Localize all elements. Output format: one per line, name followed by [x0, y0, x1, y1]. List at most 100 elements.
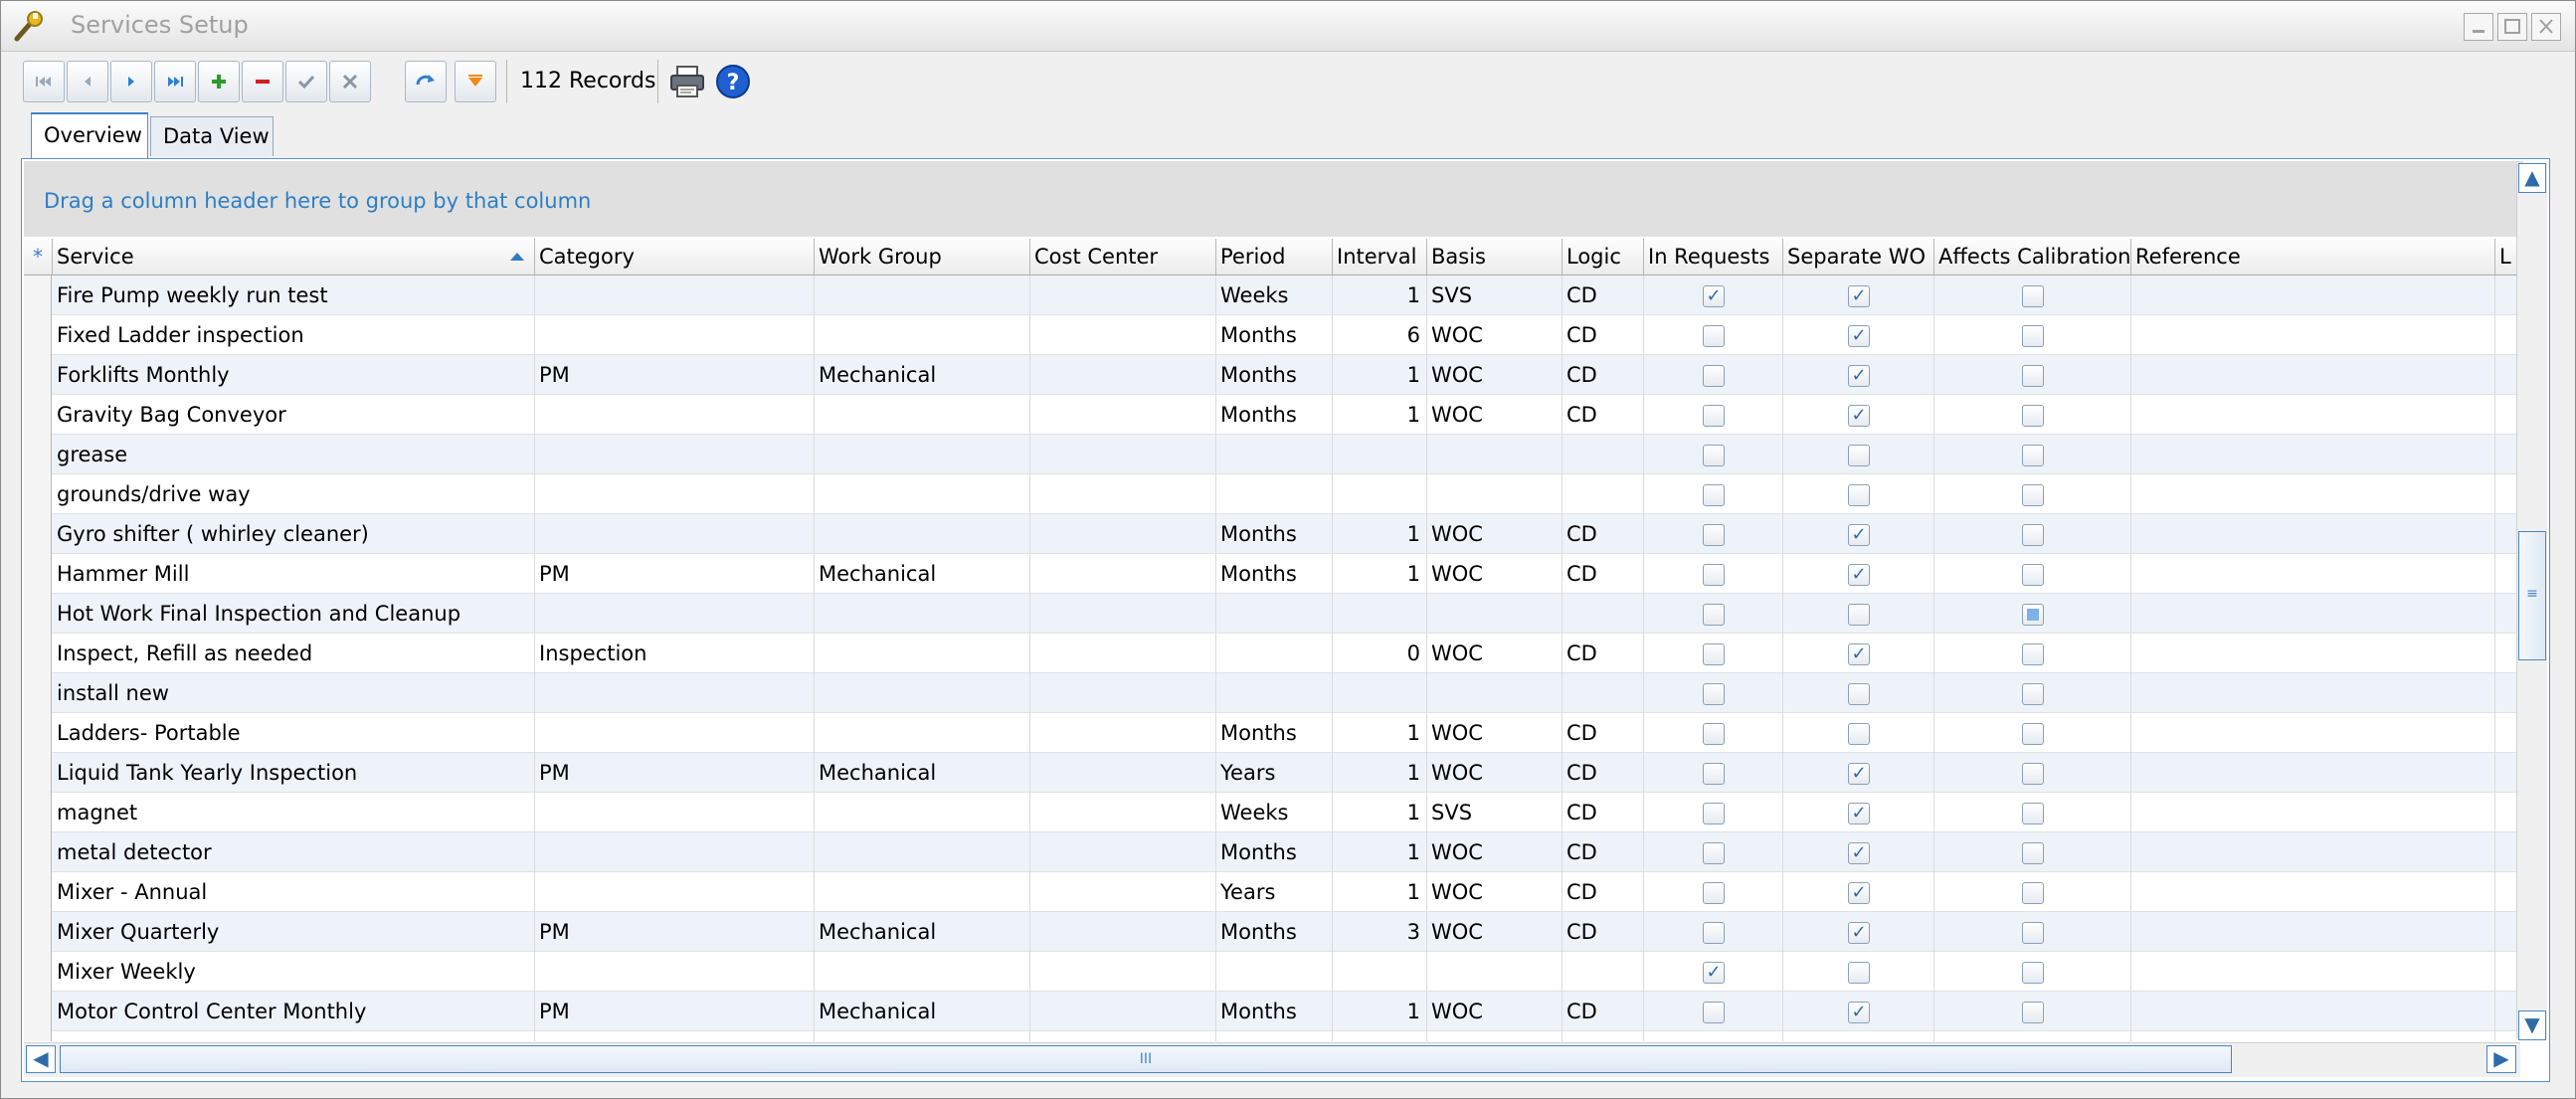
in-requests-checkbox[interactable] — [1703, 763, 1725, 785]
cell-service[interactable]: Fixed Ladder inspection — [53, 315, 535, 355]
post-edit-button[interactable] — [285, 61, 327, 102]
table-row[interactable] — [24, 1031, 2523, 1041]
in-requests-checkbox[interactable] — [1703, 882, 1725, 904]
help-icon[interactable]: ? — [713, 62, 753, 101]
cell-logic[interactable]: CD — [1563, 832, 1644, 872]
row-indicator[interactable] — [24, 793, 52, 832]
column-header-interval[interactable]: Interval — [1333, 239, 1427, 275]
cell-logic[interactable]: CD — [1563, 912, 1644, 952]
affects-calibration-checkbox[interactable] — [2022, 922, 2044, 944]
affects-calibration-checkbox[interactable] — [2022, 524, 2044, 546]
cell-period[interactable]: Years — [1216, 872, 1333, 912]
cell-work-group[interactable] — [815, 474, 1030, 514]
cell-cost-center[interactable] — [1030, 1031, 1216, 1041]
cell-reference[interactable] — [2131, 634, 2495, 673]
cell-category[interactable] — [535, 793, 815, 832]
cell-separate-wo[interactable]: ✓ — [1783, 992, 1934, 1031]
cell-affects-calibration[interactable] — [1934, 753, 2131, 793]
cell-service[interactable]: Gyro shifter ( whirley cleaner) — [53, 514, 535, 554]
cell-separate-wo[interactable]: ✓ — [1783, 832, 1934, 872]
cell-interval[interactable] — [1333, 673, 1427, 713]
cell-logic[interactable] — [1563, 1031, 1644, 1041]
close-button[interactable] — [2531, 13, 2561, 41]
table-row[interactable]: Forklifts Monthly PM Mechanical Months 1 WOC C… — [24, 355, 2523, 395]
cell-work-group[interactable] — [815, 395, 1030, 435]
separate-wo-checkbox[interactable] — [1848, 962, 1870, 984]
cell-affects-calibration[interactable] — [1934, 634, 2131, 673]
cell-category[interactable] — [535, 315, 815, 355]
cell-separate-wo[interactable]: ✓ — [1783, 355, 1934, 395]
affects-calibration-checkbox[interactable] — [2022, 842, 2044, 864]
cell-interval[interactable] — [1333, 594, 1427, 634]
cell-basis[interactable]: SVS — [1427, 793, 1563, 832]
cell-affects-calibration[interactable] — [1934, 554, 2131, 594]
scroll-left-button[interactable]: ◀ — [26, 1045, 56, 1073]
cell-reference[interactable] — [2131, 594, 2495, 634]
cell-reference[interactable] — [2131, 832, 2495, 872]
cell-in-requests[interactable] — [1644, 713, 1783, 753]
cell-period[interactable]: Weeks — [1216, 793, 1333, 832]
cell-logic[interactable]: CD — [1563, 793, 1644, 832]
column-header-cost-center[interactable]: Cost Center — [1030, 239, 1216, 275]
cell-in-requests[interactable] — [1644, 474, 1783, 514]
in-requests-checkbox[interactable] — [1703, 445, 1725, 466]
cell-separate-wo[interactable] — [1783, 474, 1934, 514]
cell-basis[interactable]: WOC — [1427, 355, 1563, 395]
cell-reference[interactable] — [2131, 435, 2495, 474]
table-row[interactable]: magnet Weeks 1 SVS CD ✓ — [24, 793, 2523, 832]
cell-logic[interactable]: CD — [1563, 992, 1644, 1031]
separate-wo-checkbox[interactable]: ✓ — [1848, 365, 1870, 387]
cell-logic[interactable]: CD — [1563, 275, 1644, 315]
cell-cost-center[interactable] — [1030, 912, 1216, 952]
affects-calibration-checkbox[interactable] — [2022, 325, 2044, 347]
cell-category[interactable] — [535, 435, 815, 474]
last-record-button[interactable] — [154, 61, 196, 102]
affects-calibration-checkbox[interactable] — [2022, 484, 2044, 506]
row-indicator[interactable] — [24, 474, 52, 514]
cell-work-group[interactable] — [815, 832, 1030, 872]
table-row[interactable]: Motor Control Center Monthly PM Mechanical… — [24, 992, 2523, 1031]
cell-basis[interactable]: WOC — [1427, 713, 1563, 753]
cell-category[interactable] — [535, 395, 815, 435]
cell-work-group[interactable] — [815, 634, 1030, 673]
column-header-basis[interactable]: Basis — [1427, 239, 1563, 275]
cell-work-group[interactable]: Mechanical — [815, 554, 1030, 594]
cell-interval[interactable]: 1 — [1333, 753, 1427, 793]
cell-category[interactable] — [535, 594, 815, 634]
column-header-separate-wo[interactable]: Separate WO — [1783, 239, 1934, 275]
cell-period[interactable]: Months — [1216, 912, 1333, 952]
cell-cost-center[interactable] — [1030, 355, 1216, 395]
in-requests-checkbox[interactable] — [1703, 564, 1725, 586]
cell-separate-wo[interactable] — [1783, 435, 1934, 474]
cell-category[interactable] — [535, 952, 815, 992]
in-requests-checkbox[interactable] — [1703, 1002, 1725, 1023]
row-indicator-header[interactable]: * — [24, 239, 53, 275]
table-row[interactable]: Inspect, Refill as needed Inspection 0 WOC C… — [24, 634, 2523, 673]
cell-in-requests[interactable] — [1644, 594, 1783, 634]
scroll-up-button[interactable]: ▲ — [2518, 163, 2546, 193]
cell-interval[interactable]: 1 — [1333, 514, 1427, 554]
cell-affects-calibration[interactable] — [1934, 315, 2131, 355]
cell-work-group[interactable] — [815, 594, 1030, 634]
cell-separate-wo[interactable] — [1783, 1031, 1934, 1041]
cell-in-requests[interactable] — [1644, 673, 1783, 713]
cell-separate-wo[interactable] — [1783, 713, 1934, 753]
cell-cost-center[interactable] — [1030, 832, 1216, 872]
cell-in-requests[interactable] — [1644, 554, 1783, 594]
in-requests-checkbox[interactable] — [1703, 683, 1725, 705]
separate-wo-checkbox[interactable] — [1848, 604, 1870, 626]
separate-wo-checkbox[interactable]: ✓ — [1848, 882, 1870, 904]
cell-category[interactable] — [535, 673, 815, 713]
cell-cost-center[interactable] — [1030, 554, 1216, 594]
separate-wo-checkbox[interactable]: ✓ — [1848, 842, 1870, 864]
in-requests-checkbox[interactable] — [1703, 922, 1725, 944]
table-row[interactable]: Gravity Bag Conveyor Months 1 WOC CD ✓ — [24, 395, 2523, 435]
horizontal-scroll-thumb[interactable]: III — [60, 1045, 2232, 1073]
separate-wo-checkbox[interactable] — [1848, 484, 1870, 506]
cell-reference[interactable] — [2131, 554, 2495, 594]
cell-service[interactable]: install new — [53, 673, 535, 713]
column-header-in-requests[interactable]: In Requests — [1644, 239, 1783, 275]
cell-interval[interactable]: 1 — [1333, 793, 1427, 832]
cell-reference[interactable] — [2131, 355, 2495, 395]
cell-affects-calibration[interactable] — [1934, 1031, 2131, 1041]
